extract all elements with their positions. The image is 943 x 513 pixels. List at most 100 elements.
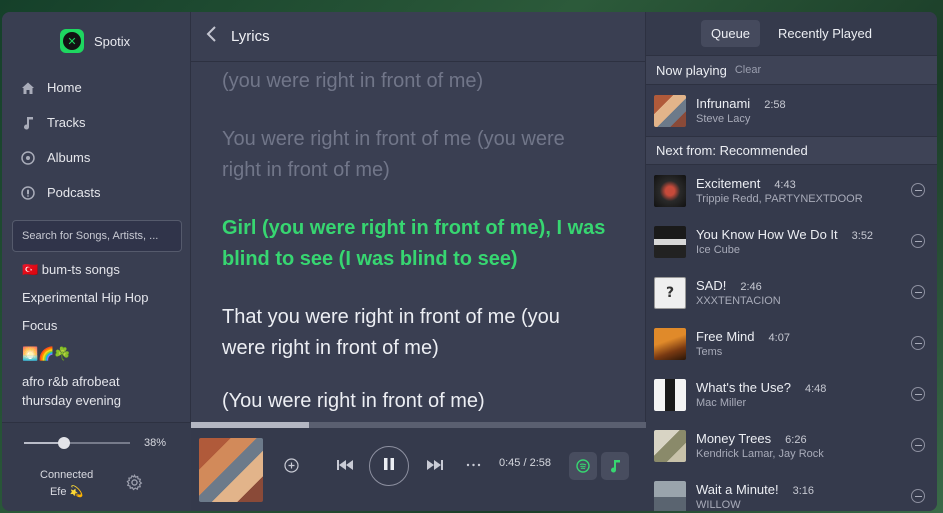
track-duration: 6:26 <box>785 434 807 446</box>
playlist-item[interactable]: 🇹🇷 bum-ts songs <box>22 260 190 279</box>
playlist-item[interactable]: 🌅🌈☘️ <box>22 344 190 363</box>
spotify-icon <box>576 459 590 473</box>
queue-tabs: Queue Recently Played <box>646 12 937 56</box>
track-title: You Know How We Do It <box>696 227 838 242</box>
music-note-icon <box>21 116 35 130</box>
add-circle-icon[interactable] <box>283 457 299 473</box>
now-playing-track[interactable]: Infrunami 2:58 Steve Lacy <box>646 85 937 136</box>
lyric-line[interactable]: That you were right in front of me (you … <box>222 302 607 364</box>
remove-from-queue-icon[interactable] <box>911 183 925 197</box>
track-title: What's the Use? <box>696 380 791 395</box>
lyrics-toggle-button[interactable] <box>601 452 629 480</box>
queue-track[interactable]: ? SAD! 2:46 XXXTENTACION <box>646 267 937 318</box>
tab-recently-played[interactable]: Recently Played <box>768 20 882 47</box>
sidebar: ✕ Spotix Home Tracks Albums Podcasts Sea… <box>2 12 191 511</box>
connection-status: Connected Efe 💫 <box>40 467 93 501</box>
queue-track[interactable]: Money Trees 6:26 Kendrick Lamar, Jay Roc… <box>646 420 937 471</box>
settings-gear-icon[interactable] <box>126 473 143 495</box>
nav-item-albums[interactable]: Albums <box>21 140 190 175</box>
nav-item-home[interactable]: Home <box>21 70 190 105</box>
next-from-header: Next from: Recommended <box>646 136 937 165</box>
nav-item-podcasts[interactable]: Podcasts <box>21 175 190 210</box>
lyrics-container: (you were right in front of me) You were… <box>222 62 607 422</box>
section-title: Next from: Recommended <box>656 143 808 158</box>
music-note-icon <box>611 460 620 473</box>
app-window: ✕ Spotix Home Tracks Albums Podcasts Sea… <box>2 12 937 511</box>
nav-label: Home <box>47 80 82 95</box>
album-cover[interactable] <box>199 438 263 502</box>
playlist-item[interactable]: Focus <box>22 316 190 335</box>
lyrics-header: Lyrics <box>191 12 645 62</box>
brand: ✕ Spotix <box>2 12 190 70</box>
lyric-line-active[interactable]: Girl (you were right in front of me), I … <box>222 213 607 275</box>
playlist-item[interactable]: Experimental Hip Hop <box>22 288 190 307</box>
queue-track[interactable]: Wait a Minute! 3:16 WILLOW <box>646 471 937 511</box>
queue-panel: Queue Recently Played Now playing Clear … <box>646 12 937 511</box>
app-name: Spotix <box>94 33 131 49</box>
spotify-connect-button[interactable] <box>569 452 597 480</box>
playlist-item[interactable]: afro r&b afrobeat thursday evening <box>22 372 152 410</box>
track-thumbnail: ? <box>654 276 686 309</box>
home-icon <box>21 81 35 95</box>
track-duration: 4:07 <box>768 332 790 344</box>
tab-queue[interactable]: Queue <box>701 20 761 47</box>
disc-icon <box>21 150 35 165</box>
track-artist: Steve Lacy <box>696 113 751 125</box>
volume-slider[interactable] <box>24 437 130 449</box>
track-thumbnail <box>654 378 686 411</box>
queue-track[interactable]: Free Mind 4:07 Tems <box>646 318 937 369</box>
volume-control: 38% <box>24 437 166 449</box>
volume-knob[interactable] <box>58 437 71 449</box>
queue-track[interactable]: Excitement 4:43 Trippie Redd, PARTYNEXTD… <box>646 165 937 216</box>
main-nav: Home Tracks Albums Podcasts <box>2 70 190 210</box>
connection-label: Connected <box>40 469 94 481</box>
track-title: Money Trees <box>696 431 772 446</box>
nav-label: Albums <box>47 150 91 165</box>
now-playing-header: Now playing Clear <box>646 56 937 85</box>
connection-user: Efe 💫 <box>49 486 84 498</box>
track-artist: WILLOW <box>696 499 741 511</box>
queue-track[interactable]: You Know How We Do It 3:52 Ice Cube <box>646 216 937 267</box>
track-thumbnail <box>654 174 686 207</box>
nav-label: Tracks <box>47 115 86 130</box>
track-duration: 4:48 <box>804 383 827 395</box>
remove-from-queue-icon[interactable] <box>911 234 925 248</box>
previous-track-icon[interactable] <box>336 458 354 472</box>
nav-label: Podcasts <box>47 185 101 200</box>
sidebar-footer: 38% Connected Efe 💫 <box>2 422 191 511</box>
pause-button[interactable] <box>369 446 409 486</box>
nav-item-tracks[interactable]: Tracks <box>21 105 190 140</box>
app-logo-icon: ✕ <box>60 29 84 53</box>
back-chevron-icon[interactable] <box>205 25 217 48</box>
pause-icon <box>383 457 395 475</box>
section-title: Now playing <box>656 62 727 78</box>
clear-button[interactable]: Clear <box>735 64 761 76</box>
track-title: Free Mind <box>696 329 755 344</box>
lyric-line[interactable]: (You were right in front of me) <box>222 386 607 417</box>
playback-time: 0:45 / 2:58 <box>499 457 551 469</box>
remove-from-queue-icon[interactable] <box>911 285 925 299</box>
search-placeholder: Search for Songs, Artists, ... <box>22 230 159 242</box>
podcast-icon <box>21 185 35 200</box>
track-artist: Kendrick Lamar, Jay Rock <box>696 448 824 460</box>
track-thumbnail <box>654 480 686 511</box>
remove-from-queue-icon[interactable] <box>911 438 925 452</box>
track-thumbnail <box>654 225 686 258</box>
volume-percent: 38% <box>144 437 167 449</box>
page-title: Lyrics <box>231 28 270 45</box>
remove-from-queue-icon[interactable] <box>911 336 925 350</box>
lyric-line[interactable]: You were right in front of me (you were … <box>222 124 607 186</box>
search-input[interactable]: Search for Songs, Artists, ... <box>12 220 182 252</box>
track-artist: Mac Miller <box>696 397 747 409</box>
track-title: Wait a Minute! <box>696 482 779 497</box>
lyrics-view: Lyrics (you were right in front of me) Y… <box>191 12 646 511</box>
track-duration: 4:43 <box>774 179 796 191</box>
track-duration: 2:58 <box>764 99 786 111</box>
queue-track[interactable]: What's the Use? 4:48 Mac Miller <box>646 369 937 420</box>
track-duration: 3:16 <box>792 485 815 497</box>
more-dots-icon[interactable] <box>465 462 481 468</box>
next-track-icon[interactable] <box>425 458 443 472</box>
remove-from-queue-icon[interactable] <box>911 387 925 401</box>
lyric-line[interactable]: (you were right in front of me) <box>222 66 607 97</box>
remove-from-queue-icon[interactable] <box>911 489 925 503</box>
